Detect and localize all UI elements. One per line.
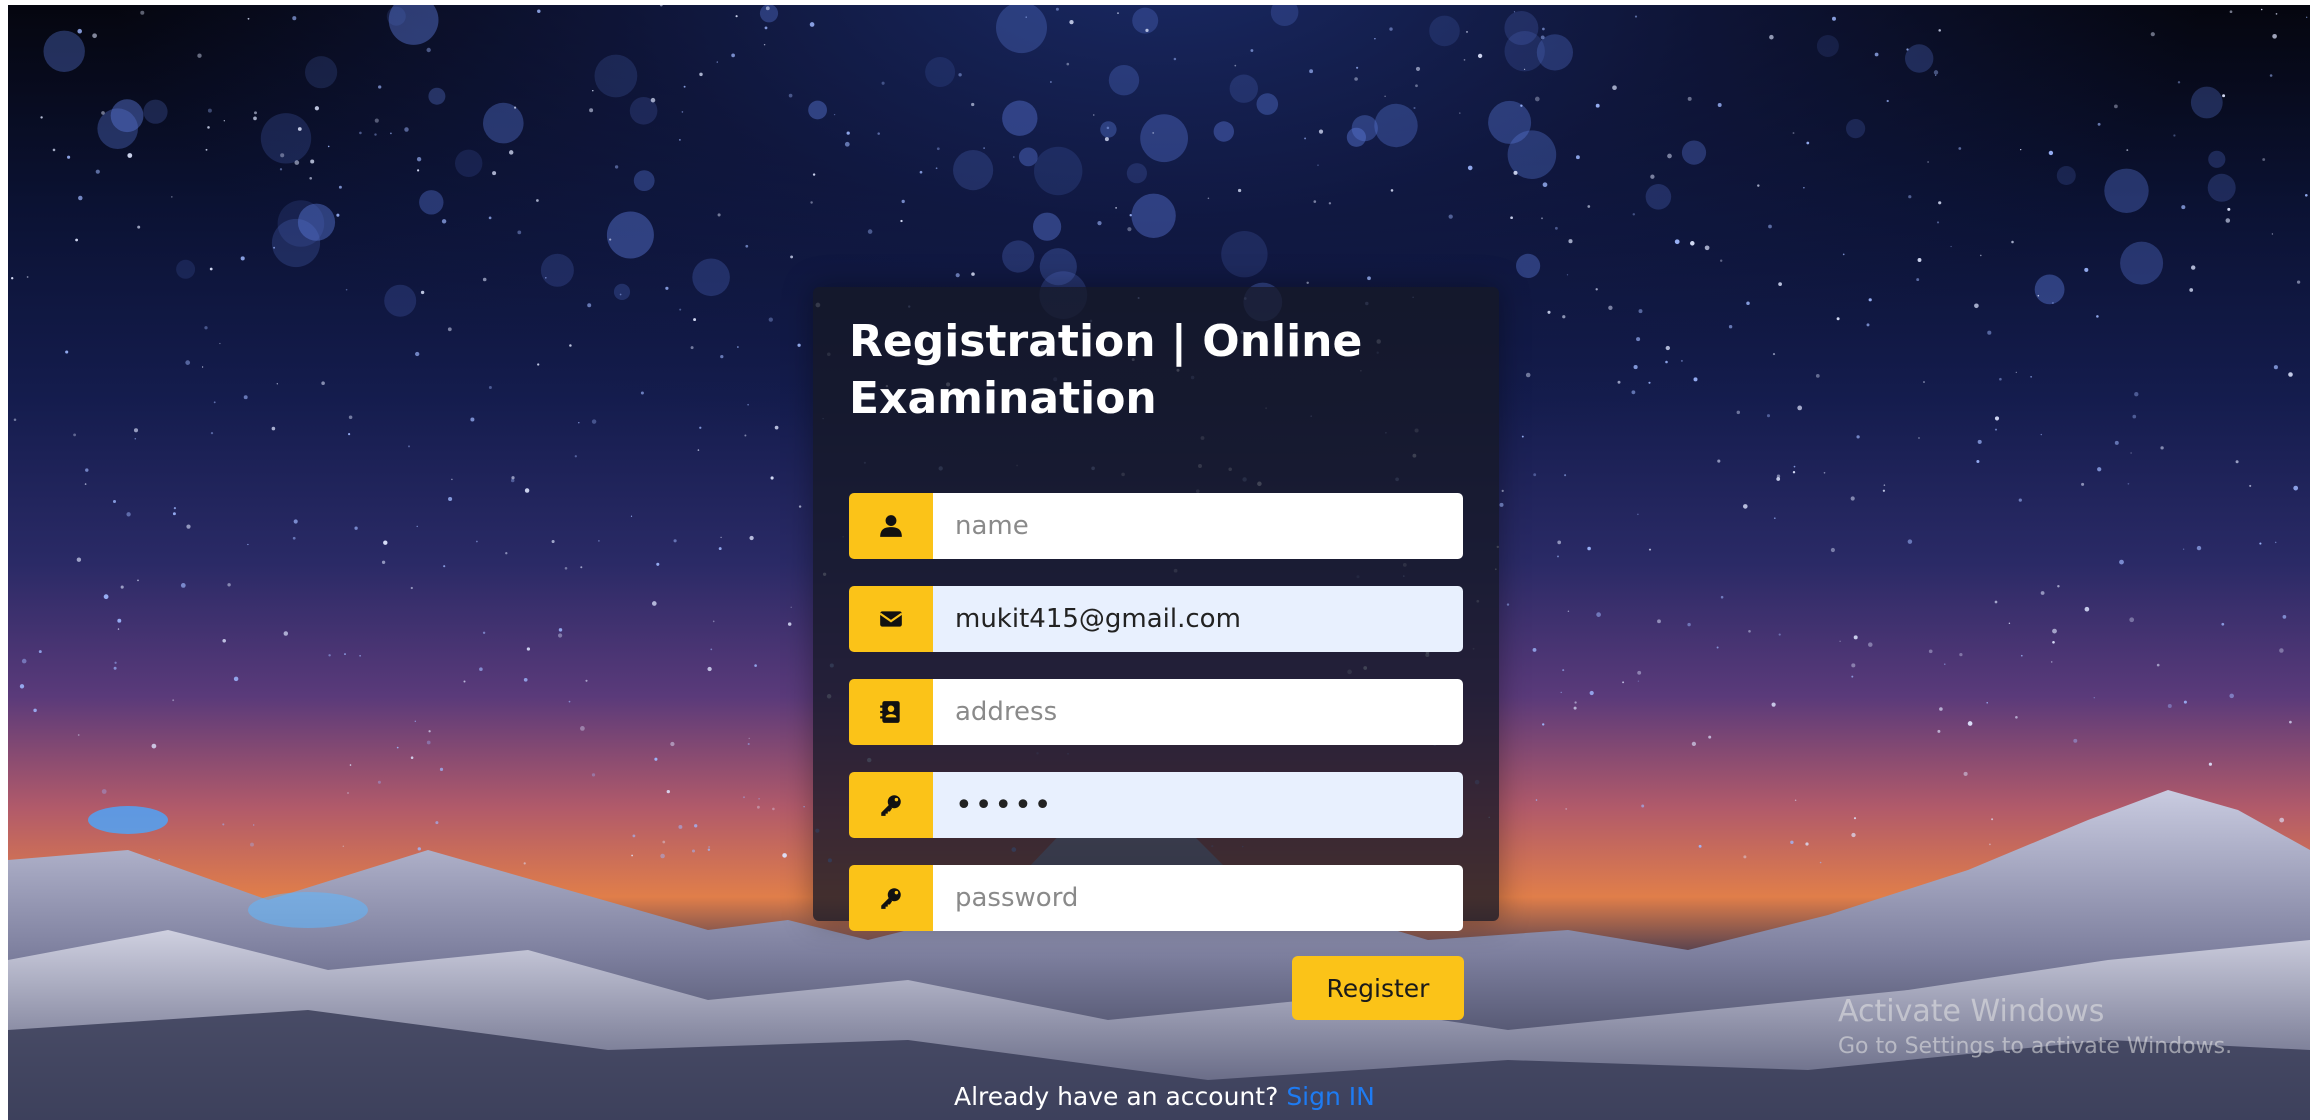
page-title: Registration | Online Examination: [849, 316, 1363, 424]
name-field-group: [849, 493, 1463, 559]
email-field-group: [849, 586, 1463, 652]
confirm-password-field-group: [849, 865, 1463, 931]
register-button[interactable]: Register: [1292, 956, 1464, 1020]
address-field-group: [849, 679, 1463, 745]
activate-windows-watermark: Activate Windows Go to Settings to activ…: [1838, 992, 2232, 1062]
watermark-title: Activate Windows: [1838, 994, 2105, 1029]
address-card-icon: [849, 679, 933, 745]
confirm-password-input[interactable]: [933, 865, 1463, 931]
password-input[interactable]: [933, 772, 1463, 838]
address-input[interactable]: [933, 679, 1463, 745]
key-icon: [849, 865, 933, 931]
user-icon: [849, 493, 933, 559]
signin-prompt-text: Already have an account?: [954, 1082, 1279, 1111]
registration-card: Registration | Online Examination: [813, 287, 1499, 931]
name-input[interactable]: [933, 493, 1463, 559]
password-field-group: [849, 772, 1463, 838]
signin-prompt: Already have an account? Sign IN: [954, 1082, 1375, 1111]
email-input[interactable]: [933, 586, 1463, 652]
envelope-icon: [849, 586, 933, 652]
key-icon: [849, 772, 933, 838]
watermark-subtitle: Go to Settings to activate Windows.: [1838, 1034, 2233, 1059]
signin-link[interactable]: Sign IN: [1286, 1082, 1375, 1111]
